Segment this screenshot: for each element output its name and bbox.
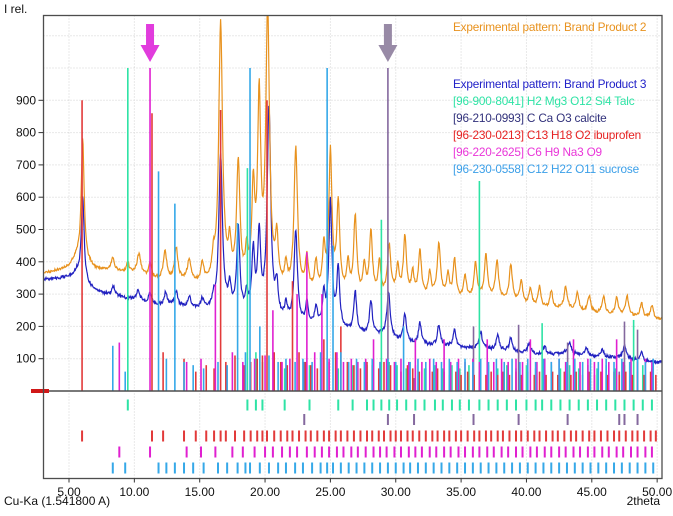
svg-text:800: 800 [16, 126, 36, 140]
svg-text:25.00: 25.00 [315, 485, 345, 499]
svg-text:40.00: 40.00 [511, 485, 541, 499]
y-axis-title: I rel. [4, 2, 27, 16]
svg-text:20.00: 20.00 [250, 485, 280, 499]
tick-row-96-900-8041 [128, 400, 652, 411]
tick-row-96-210-0993 [304, 414, 637, 425]
xrd-analysis-view: I rel. 1002003004005006007008009005.0010… [0, 0, 673, 516]
svg-text:100: 100 [16, 352, 36, 366]
svg-text:10.00: 10.00 [119, 485, 149, 499]
tick-row-96-230-0558 [113, 463, 653, 474]
legend-entry-phase-sodium-salt: [96-220-2625] C6 H9 Na3 O9 [453, 145, 663, 159]
svg-text:300: 300 [16, 287, 36, 301]
svg-text:45.00: 45.00 [577, 485, 607, 499]
annotation-arrow-gray [378, 24, 397, 62]
svg-text:600: 600 [16, 190, 36, 204]
x-axis-title: 2theta [627, 494, 660, 508]
svg-text:500: 500 [16, 223, 36, 237]
legend-entry-phase-calcite: [96-210-0993] C Ca O3 calcite [453, 111, 663, 125]
svg-text:900: 900 [16, 93, 36, 107]
svg-text:700: 700 [16, 158, 36, 172]
svg-text:200: 200 [16, 319, 36, 333]
anode-wavelength-label: Cu-Ka (1.541800 A) [4, 494, 110, 508]
svg-text:15.00: 15.00 [185, 485, 215, 499]
legend-entry-phase-talc: [96-900-8041] H2 Mg3 O12 Si4 Talc [453, 94, 663, 108]
legend-entry-experimental-brand-product-3: Experimental pattern: Brand Product 3 [453, 77, 663, 91]
legend-entry-phase-ibuprofen: [96-230-0213] C13 H18 O2 ibuprofen [453, 128, 663, 142]
legend-entry-experimental-brand-product-2: Experimental pattern: Brand Product 2 [453, 20, 663, 34]
legend-entry-phase-sucrose: [96-230-0558] C12 H22 O11 sucrose [453, 162, 663, 176]
svg-text:30.00: 30.00 [381, 485, 411, 499]
svg-text:400: 400 [16, 255, 36, 269]
tick-row-96-230-0213 [82, 431, 656, 442]
svg-text:35.00: 35.00 [446, 485, 476, 499]
reference-sticks-96-230-0213 [82, 100, 656, 391]
annotation-arrow-magenta [141, 24, 160, 62]
